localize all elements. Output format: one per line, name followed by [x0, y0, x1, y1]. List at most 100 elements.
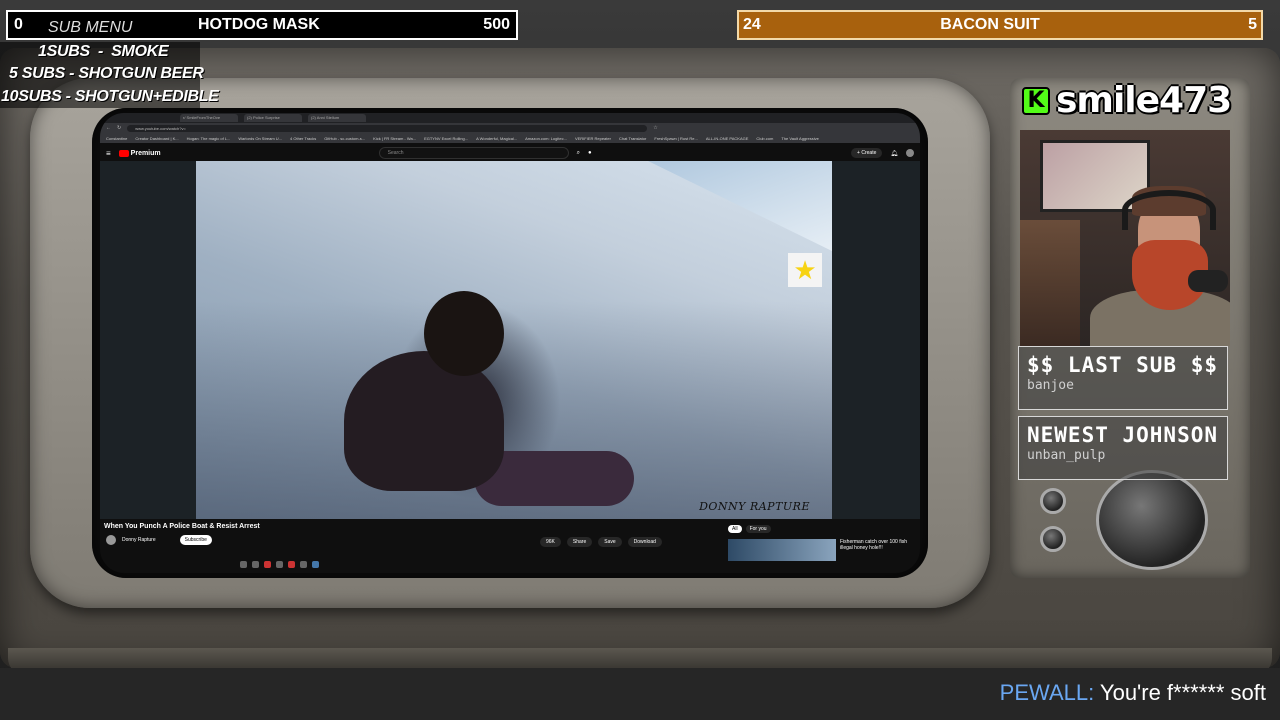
video-person	[324, 291, 634, 506]
chat-message: PEWALL: You're f****** soft	[1000, 680, 1266, 706]
bookmark[interactable]: Kick | FR Stream - Wa...	[373, 136, 416, 141]
kick-logo-icon: K	[1022, 86, 1050, 115]
taskbar-icon[interactable]	[240, 561, 247, 568]
webcam-feed	[1020, 130, 1230, 346]
address-bar[interactable]: www.youtube.com/watch?v=	[127, 124, 648, 132]
youtube-header: ≡ Premium Search ⌕ ● + Create 🔔︎	[100, 143, 920, 163]
like-button[interactable]: 96K	[540, 537, 561, 547]
channel-name[interactable]: Donny Rapture	[122, 537, 156, 543]
menu-icon[interactable]: ≡	[106, 149, 111, 158]
newest-value: unban_pulp	[1027, 448, 1106, 463]
bookmark[interactable]: The Vault Aggressive	[781, 136, 819, 141]
streamer-name: K smile473	[1022, 80, 1232, 121]
tv-knob-small-top	[1040, 488, 1066, 514]
bookmark[interactable]: 4 Other Tracks	[290, 136, 316, 141]
goal-bar-left: 0 SUB MENU HOTDOG MASK 500	[6, 10, 518, 40]
bookmark[interactable]: FreshSpawn | Rust Re...	[654, 136, 698, 141]
goal-counter: 24	[743, 16, 761, 33]
video-actions: 96K Share Save Download	[540, 537, 662, 547]
last-sub-title: $$ LAST SUB $$	[1027, 353, 1219, 377]
taskbar-icon[interactable]	[264, 561, 271, 568]
share-button[interactable]: Share	[566, 537, 593, 547]
chat-text: You're f****** soft	[1094, 680, 1266, 705]
avatar[interactable]	[906, 149, 914, 157]
sub-menu-item: 10SUBS - SHOTGUN+EDIBLE	[1, 88, 219, 105]
bookmark[interactable]: Creator Dashboard | K...	[135, 136, 178, 141]
bookmarks-bar: Constantine Creator Dashboard | K... Hog…	[100, 133, 920, 143]
newest-title: NEWEST JOHNSON	[1027, 423, 1219, 447]
microphone-icon	[1188, 270, 1228, 292]
video-title: When You Punch A Police Boat & Resist Ar…	[104, 523, 260, 530]
taskbar-icon[interactable]	[276, 561, 283, 568]
bookmark[interactable]: VERIFIER Repeater	[575, 136, 611, 141]
star-icon: ★	[788, 253, 822, 287]
streamer-username: smile473	[1056, 80, 1232, 121]
search-icon[interactable]: ⌕	[577, 150, 580, 157]
video-watermark: DONNY RAPTURE	[699, 500, 810, 513]
sub-menu-label: SUB MENU	[48, 19, 133, 36]
goal-item: BACON SUIT	[940, 16, 1040, 33]
tv-knob-small-bottom	[1040, 526, 1066, 552]
youtube-play-icon	[118, 149, 129, 157]
bookmark[interactable]: Club.com	[756, 136, 773, 141]
video-letterbox-left	[100, 161, 196, 519]
recommendations: All For you Fisherman catch over 100 fis…	[728, 525, 918, 571]
goal-counter: 0	[14, 16, 23, 33]
chat-username: PEWALL:	[999, 680, 1095, 705]
bookmark[interactable]: ALL-IN-ONE PACKAGE	[706, 136, 749, 141]
browser-tab[interactable]: (2) Police Surprise	[244, 114, 302, 122]
bookmark[interactable]: A Wonderful, Magical...	[476, 136, 517, 141]
channel-avatar[interactable]	[106, 535, 116, 545]
bookmark[interactable]: Amazon.com: Logitec...	[525, 136, 567, 141]
bookmark[interactable]: GitHub - sc-custom-s...	[324, 136, 365, 141]
save-button[interactable]: Save	[598, 537, 622, 547]
youtube-logo[interactable]: Premium	[118, 149, 161, 157]
goal-target: 500	[483, 16, 510, 33]
reload-icon[interactable]: ↻	[117, 125, 121, 131]
person-head	[424, 291, 504, 376]
chip-all[interactable]: All	[728, 525, 742, 533]
bookmark[interactable]: Hogan: The magic of L...	[187, 136, 231, 141]
create-button[interactable]: + Create	[851, 148, 883, 158]
browser-toolbar: ← ↻ www.youtube.com/watch?v= ☆	[100, 123, 920, 133]
cam-shelf	[1020, 220, 1080, 346]
search-input[interactable]: Search	[378, 147, 569, 159]
taskbar-icon[interactable]	[252, 561, 259, 568]
notifications-icon[interactable]: 🔔︎	[890, 150, 898, 157]
video-letterbox-right	[832, 161, 920, 519]
taskbar-icon[interactable]	[288, 561, 295, 568]
tv-dial-large	[1096, 470, 1208, 570]
goal-bar-right: 24 BACON SUIT 5	[737, 10, 1263, 40]
subscribe-button[interactable]: Subscribe	[179, 535, 212, 545]
rec-chips: All For you	[728, 525, 918, 533]
bookmark[interactable]: EGTYNV Excel Rolling...	[424, 136, 468, 141]
stream-stage: r/ SmileFromTheOve (2) Police Surprise (…	[0, 0, 1280, 720]
browser-tab[interactable]: r/ SmileFromTheOve	[180, 114, 238, 122]
bookmark[interactable]: Chat Translator	[619, 136, 646, 141]
browser-tab-bar: r/ SmileFromTheOve (2) Police Surprise (…	[100, 113, 920, 123]
headset-icon	[1122, 190, 1216, 230]
channel-row: Donny Rapture Subscribe	[106, 535, 212, 545]
taskbar	[240, 561, 319, 568]
taskbar-icon[interactable]	[312, 561, 319, 568]
newest-box: NEWEST JOHNSON unban_pulp	[1018, 416, 1228, 480]
taskbar-icon[interactable]	[300, 561, 307, 568]
chip-for-you[interactable]: For you	[745, 525, 771, 533]
video-water	[648, 161, 832, 251]
browser-tab[interactable]: (2) Anni Stellum	[308, 114, 366, 122]
goal-item: HOTDOG MASK	[198, 16, 320, 33]
youtube-logo-text: Premium	[130, 149, 161, 157]
bookmark-star-icon[interactable]: ☆	[653, 125, 657, 131]
bookmark[interactable]: Warlords On Stream U...	[238, 136, 282, 141]
sub-menu-item: 5 SUBS - SHOTGUN BEER	[9, 65, 204, 82]
download-button[interactable]: Download	[627, 537, 662, 547]
browser-window: r/ SmileFromTheOve (2) Police Surprise (…	[100, 113, 920, 573]
sub-menu-item: 1SUBS - SMOKE	[38, 43, 169, 60]
rec-thumbnail[interactable]	[728, 539, 836, 561]
mic-icon[interactable]: ●	[588, 150, 592, 156]
bookmark[interactable]: Constantine	[106, 136, 127, 141]
video-player[interactable]: ★ DONNY RAPTURE	[196, 161, 832, 519]
rec-title[interactable]: Fisherman catch over 100 fish illegal ho…	[840, 539, 918, 551]
last-sub-box: $$ LAST SUB $$ banjoe	[1018, 346, 1228, 410]
back-icon[interactable]: ←	[106, 125, 111, 131]
